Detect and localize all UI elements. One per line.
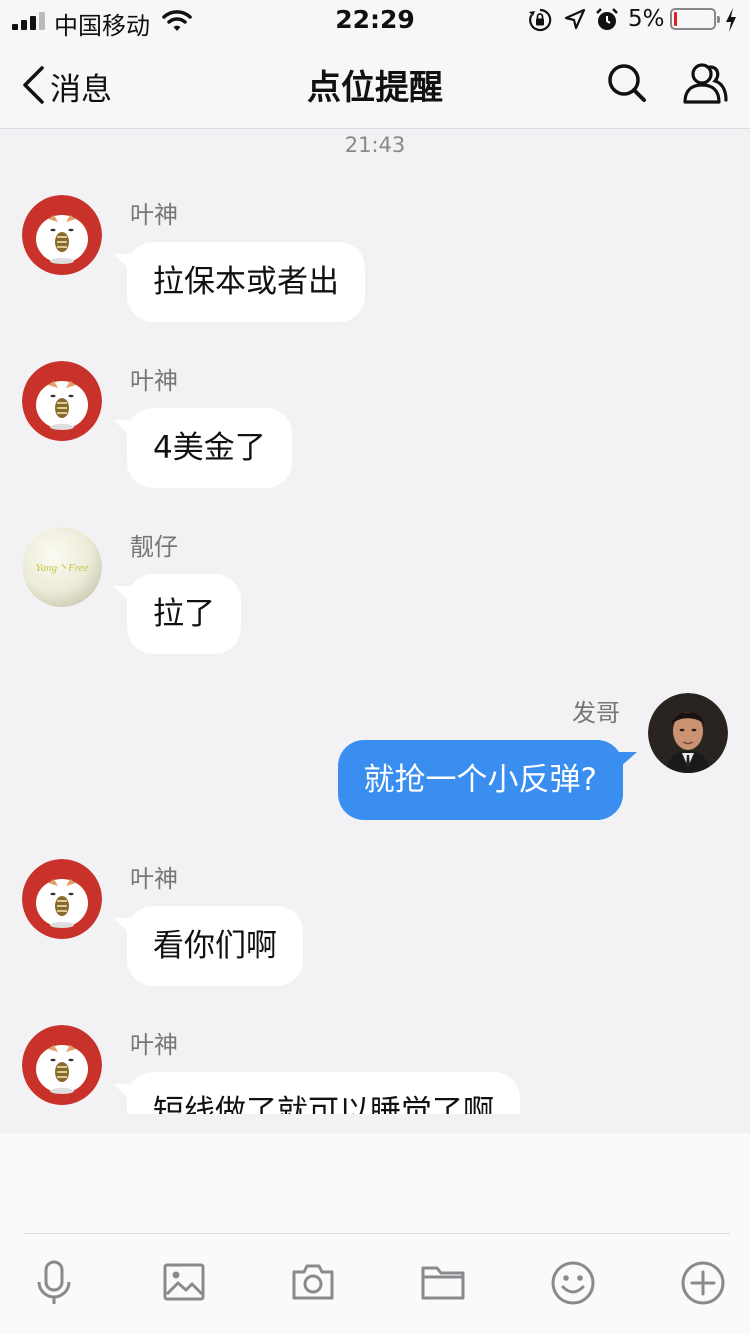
sender-name: 靓仔 [130,533,178,561]
status-bar: 中国移动 22:29 5% [0,0,750,40]
input-area [0,1133,750,1334]
search-button[interactable] [606,62,648,108]
image-icon [162,1263,206,1308]
message-bubble[interactable]: 4美金了 [113,408,292,488]
hamster-avatar[interactable] [22,195,102,275]
sender-name: 叶神 [130,1031,178,1059]
message-bubble[interactable]: 拉保本或者出 [113,242,365,322]
charging-icon [724,7,738,37]
microphone-icon [34,1260,74,1310]
time-separator: 21:43 [344,133,406,157]
man-portrait-avatar[interactable] [648,693,728,773]
moon-avatar[interactable]: Yang丶Free [22,527,102,607]
message-bubble[interactable]: 短线做了就可以睡觉了啊 [113,1072,520,1114]
emoji-button[interactable] [550,1260,596,1310]
image-button[interactable] [162,1260,206,1308]
sender-name: 叶神 [130,201,178,229]
voice-button[interactable] [34,1260,74,1310]
hamster-avatar[interactable] [22,859,102,939]
sender-name: 叶神 [130,367,178,395]
battery-icon [670,8,720,30]
camera-icon [290,1264,336,1308]
alarm-icon [594,7,620,37]
file-button[interactable] [420,1260,466,1308]
search-icon [606,64,648,108]
camera-button[interactable] [290,1260,336,1308]
message-bubble[interactable]: 看你们啊 [113,906,303,986]
sender-name: 叶神 [130,865,178,893]
group-members-button[interactable] [682,60,728,110]
nav-bar: 消息 点位提醒 [0,40,750,129]
orientation-lock-icon [528,8,552,36]
chat-messages[interactable]: 21:43 叶神 拉保本或者出 叶神 4美金了 Yang丶Free 靓仔 拉了 … [0,129,750,1114]
message-bubble[interactable]: 拉了 [113,574,241,654]
message-input[interactable] [24,1133,730,1234]
folder-icon [420,1266,466,1308]
group-members-icon [682,63,728,110]
avatar-text: Yang丶Free [36,562,89,574]
more-button[interactable] [680,1260,726,1310]
location-icon [564,8,586,34]
message-bubble[interactable]: 就抢一个小反弹? [337,740,638,820]
hamster-avatar[interactable] [22,361,102,441]
emoji-icon [550,1261,596,1310]
plus-icon [680,1261,726,1310]
hamster-avatar[interactable] [22,1025,102,1105]
battery-percent: 5% [628,6,665,32]
sender-name: 发哥 [572,699,620,727]
